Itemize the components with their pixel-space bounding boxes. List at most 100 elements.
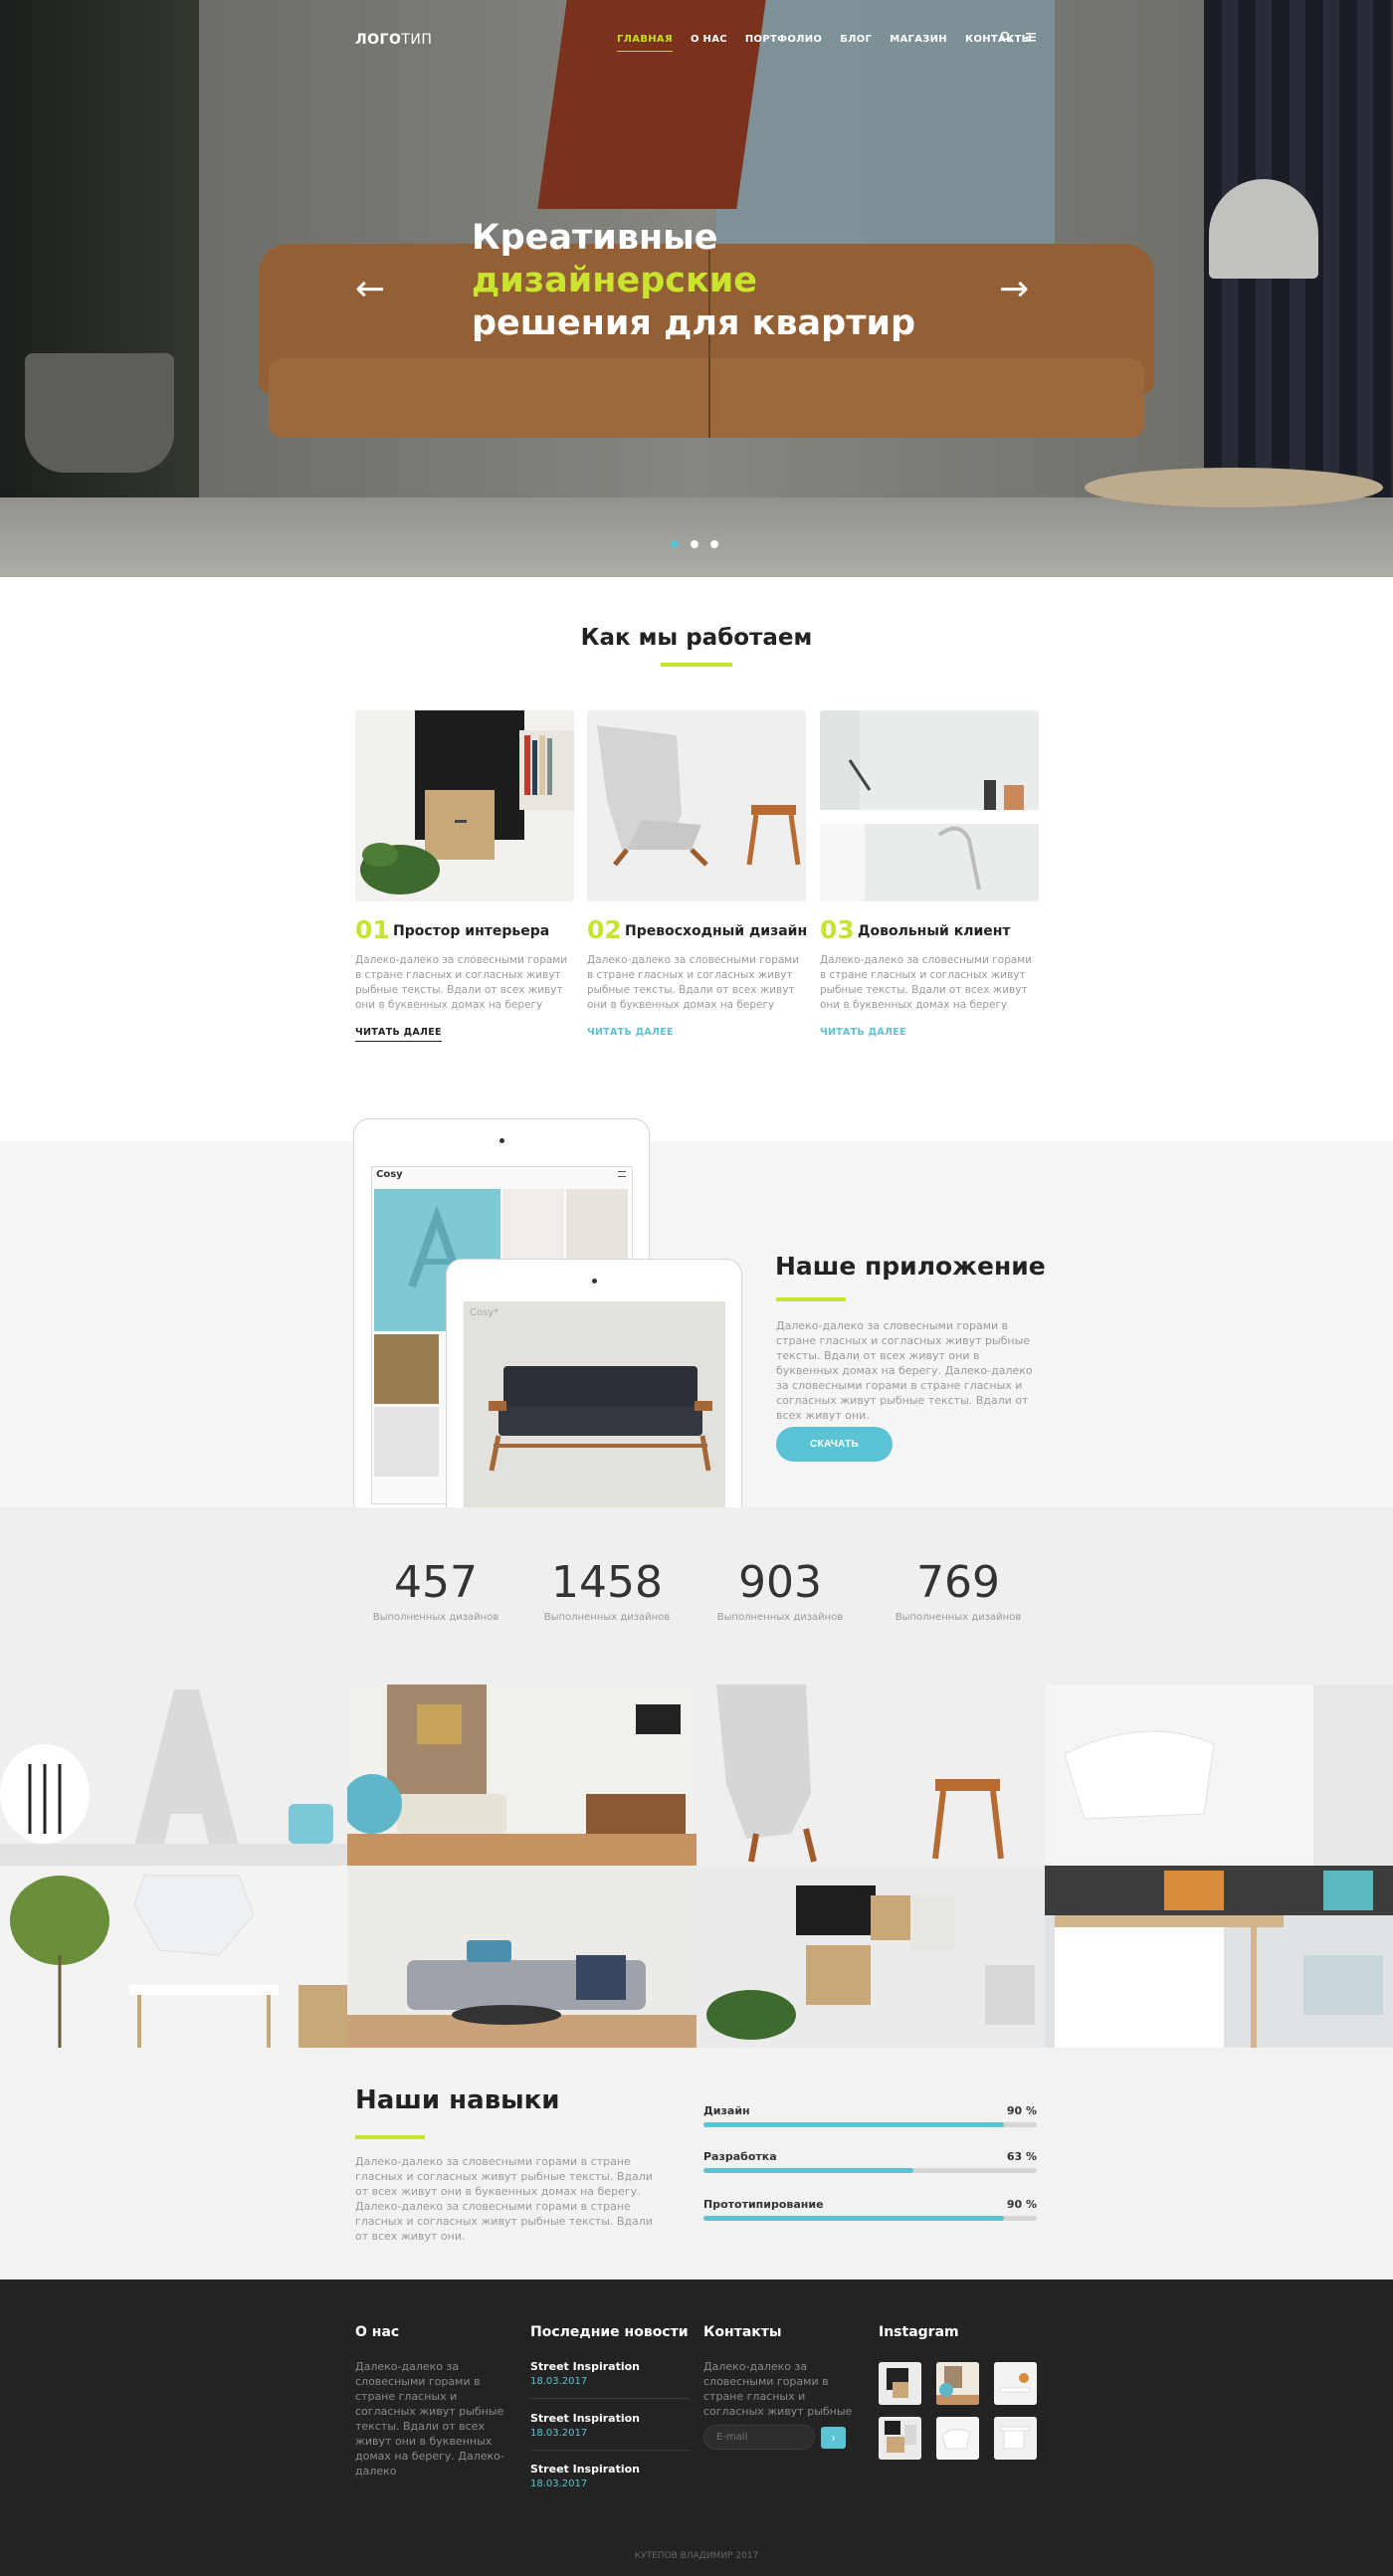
- stat-1-label: Выполненных дизайнов: [372, 1612, 499, 1623]
- gallery-item-8[interactable]: [1045, 1866, 1393, 2048]
- menu-item-contacts[interactable]: КОНТАКТЫ: [965, 34, 1032, 52]
- card-2-read-more-link[interactable]: ЧИТАТЬ ДАЛЕЕ: [587, 1027, 674, 1041]
- menu-item-home[interactable]: ГЛАВНАЯ: [617, 34, 673, 52]
- stat-4-label: Выполненных дизайнов: [895, 1612, 1022, 1623]
- card-3-text: Далеко-далеко за словесными горами в стр…: [820, 954, 1033, 1011]
- footer-about-text: Далеко-далеко за словесными горами в стр…: [355, 2360, 504, 2477]
- stat-2-label: Выполненных дизайнов: [543, 1612, 671, 1623]
- gallery-item-4[interactable]: [1045, 1684, 1393, 1866]
- instagram-photo-1[interactable]: [879, 2362, 921, 2405]
- stat-4-value: 769: [916, 1557, 1000, 1608]
- email-submit-button[interactable]: ›: [821, 2427, 846, 2449]
- app-section-title: Наше приложение: [775, 1252, 1046, 1281]
- slider-dot-1[interactable]: [671, 540, 679, 548]
- news-item-3-title[interactable]: Street Inspiration: [530, 2463, 640, 2476]
- hero-title-line1: Креативные: [472, 218, 718, 258]
- menu-item-portfolio[interactable]: ПОРТФОЛИО: [745, 34, 822, 52]
- skill-1-bar: [703, 2122, 1037, 2127]
- hero-title: Креативные дизайнерские решения для квар…: [472, 217, 915, 345]
- news-item-2-date: 18.03.2017: [530, 2428, 588, 2439]
- app-screen-menu-icon: [618, 1171, 626, 1177]
- card-1-number: 01: [355, 915, 390, 944]
- hero-title-line2: дизайнерские: [472, 261, 758, 300]
- card-1-image[interactable]: [355, 710, 574, 901]
- stat-3-value: 903: [738, 1557, 822, 1608]
- skill-3-name: Прототипирование: [703, 2198, 824, 2211]
- slider-dot-2[interactable]: [691, 540, 698, 548]
- skill-2-bar-fill: [703, 2168, 914, 2173]
- news-item-1-date: 18.03.2017: [530, 2376, 588, 2387]
- how-section-title: Как мы работаем: [580, 625, 813, 651]
- footer-instagram-title: Instagram: [879, 2324, 959, 2340]
- news-item-2-title[interactable]: Street Inspiration: [530, 2412, 640, 2425]
- card-1-read-more-link[interactable]: ЧИТАТЬ ДАЛЕЕ: [355, 1027, 442, 1042]
- gallery-item-7[interactable]: [696, 1866, 1045, 2048]
- footer-contacts-text: Далеко-далеко за словесными горами в стр…: [703, 2360, 853, 2418]
- instagram-photo-4[interactable]: [879, 2417, 921, 2460]
- stat-3-label: Выполненных дизайнов: [716, 1612, 844, 1623]
- card-3-read-more-link[interactable]: ЧИТАТЬ ДАЛЕЕ: [820, 1027, 906, 1041]
- news-item-1-title[interactable]: Street Inspiration: [530, 2360, 640, 2373]
- skills-section: [0, 2048, 1393, 2279]
- card-2-number: 02: [587, 915, 622, 944]
- skills-title-underline: [355, 2135, 425, 2139]
- instagram-photo-3[interactable]: [994, 2362, 1037, 2405]
- skill-2-value: 63 %: [1006, 2150, 1037, 2163]
- skill-3-bar-fill: [703, 2216, 1004, 2221]
- app-section-text: Далеко-далеко за словесными горами в стр…: [776, 1319, 1033, 1422]
- skills-section-title: Наши навыки: [355, 2085, 560, 2115]
- copyright: КУТЕПОВ ВЛАДИМИР 2017: [634, 2551, 759, 2561]
- stat-2-value: 1458: [551, 1557, 663, 1608]
- card-3-number: 03: [820, 915, 855, 944]
- slider-dots: [671, 540, 718, 548]
- download-button[interactable]: СКАЧАТЬ: [776, 1427, 893, 1462]
- skill-2-name: Разработка: [703, 2150, 777, 2163]
- gallery-item-1[interactable]: [0, 1684, 347, 1866]
- footer-about-title: О нас: [355, 2324, 400, 2340]
- instagram-photo-5[interactable]: [936, 2417, 979, 2460]
- skill-1-bar-fill: [703, 2122, 1004, 2127]
- news-item-3-date: 18.03.2017: [530, 2478, 588, 2489]
- skills-section-text: Далеко-далеко за словесными горами в стр…: [355, 2155, 653, 2243]
- menu-icon[interactable]: [1025, 31, 1037, 47]
- app-screen-brand-2: Cosy*: [470, 1307, 499, 1318]
- card-2-image[interactable]: [587, 710, 806, 901]
- card-2-title: Превосходный дизайн: [625, 923, 808, 939]
- menu-item-shop[interactable]: МАГАЗИН: [890, 34, 947, 52]
- slider-next-arrow-icon[interactable]: →: [999, 272, 1029, 307]
- footer: [0, 2279, 1393, 2576]
- footer-contacts-title: Контакты: [703, 2324, 782, 2340]
- card-1-text: Далеко-далеко за словесными горами в стр…: [355, 954, 568, 1011]
- news-divider: [530, 2450, 690, 2451]
- card-1-title: Простор интерьера: [393, 923, 550, 939]
- footer-news-title: Последние новости: [530, 2324, 689, 2340]
- gallery-item-2[interactable]: [347, 1684, 696, 1866]
- tablet-front-mockup: Cosy*: [446, 1259, 742, 1517]
- hero-title-line3: решения для квартир: [472, 303, 916, 343]
- skill-2-bar: [703, 2168, 1037, 2173]
- top-nav: ЛОГОТИП ГЛАВНАЯ О НАС ПОРТФОЛИО БЛОГ МАГ…: [0, 0, 1393, 82]
- gallery-item-3[interactable]: [696, 1684, 1045, 1866]
- skill-1-value: 90 %: [1006, 2104, 1037, 2117]
- skill-1-name: Дизайн: [703, 2104, 750, 2117]
- card-3-image[interactable]: [820, 710, 1039, 901]
- email-field[interactable]: [703, 2425, 815, 2450]
- menu-item-blog[interactable]: БЛОГ: [840, 34, 872, 52]
- app-title-underline: [776, 1297, 846, 1301]
- instagram-photo-2[interactable]: [936, 2362, 979, 2405]
- instagram-photo-6[interactable]: [994, 2417, 1037, 2460]
- gallery-item-6[interactable]: [347, 1866, 696, 2048]
- gallery-item-5[interactable]: [0, 1866, 347, 2048]
- slider-dot-3[interactable]: [710, 540, 718, 548]
- how-title-underline: [661, 663, 732, 667]
- logo[interactable]: ЛОГОТИП: [355, 32, 432, 48]
- app-screen-brand: Cosy: [376, 1169, 403, 1180]
- slider-prev-arrow-icon[interactable]: ←: [355, 272, 385, 307]
- skill-3-value: 90 %: [1006, 2198, 1037, 2211]
- menu-item-about[interactable]: О НАС: [691, 34, 727, 52]
- search-icon[interactable]: [1000, 31, 1012, 47]
- card-3-title: Довольный клиент: [858, 923, 1011, 939]
- skill-3-bar: [703, 2216, 1037, 2221]
- news-divider: [530, 2398, 690, 2399]
- stat-1-value: 457: [394, 1557, 478, 1608]
